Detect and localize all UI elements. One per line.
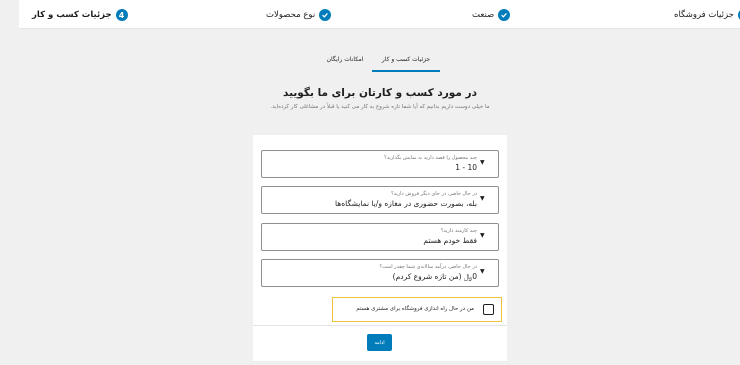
dropdown-arrow-icon: ▼ bbox=[480, 195, 485, 202]
step-number-badge: 4 bbox=[115, 9, 128, 21]
business-details-card: چند محصول را قصد دارید به نمایش بگذارید؟… bbox=[253, 135, 507, 361]
card-divider bbox=[253, 325, 507, 326]
client-store-checkbox[interactable] bbox=[483, 304, 494, 315]
field-value: 0﷼ (من تازه شروع کردم) bbox=[392, 272, 477, 281]
step-store-details[interactable]: جزئیات فروشگاه bbox=[674, 8, 740, 22]
field-value: 1 - 10 bbox=[455, 163, 477, 172]
field-label: در حال حاضر، درآمد سالانه‌ی شما چقدر است… bbox=[379, 264, 477, 270]
field-value: بله، بصورت حضوری در مغازه و/یا نمایشگاه‌… bbox=[334, 199, 477, 208]
annual-revenue-select[interactable]: در حال حاضر، درآمد سالانه‌ی شما چقدر است… bbox=[261, 259, 499, 287]
page-subtext: ما خیلی دوست داریم بدانیم که آیا شما تاز… bbox=[270, 104, 490, 110]
step-label: جزئیات کسب و کار bbox=[32, 10, 112, 20]
dropdown-arrow-icon: ▼ bbox=[480, 232, 485, 239]
step-label: صنعت bbox=[472, 10, 495, 20]
dropdown-arrow-icon: ▼ bbox=[480, 268, 485, 275]
checkbox-label: من در حال راه اندازی فروشگاه برای مشتری … bbox=[356, 306, 474, 312]
field-label: چند کارمند دارید؟ bbox=[440, 228, 477, 234]
tab-bar: امکانات رایگان جزئیات کسب و کار bbox=[318, 54, 440, 72]
step-business-details[interactable]: جزئیات کسب و کار 4 bbox=[32, 8, 128, 22]
step-product-types[interactable]: نوع محصولات bbox=[266, 8, 332, 22]
field-value: فقط خودم هستم bbox=[423, 236, 477, 245]
step-label: نوع محصولات bbox=[266, 10, 316, 20]
tab-business-details[interactable]: جزئیات کسب و کار bbox=[372, 54, 440, 72]
step-label: جزئیات فروشگاه bbox=[674, 10, 734, 20]
check-icon bbox=[498, 9, 511, 21]
tab-free-features[interactable]: امکانات رایگان bbox=[318, 54, 372, 72]
step-industry[interactable]: صنعت bbox=[472, 8, 511, 22]
selling-elsewhere-select[interactable]: در حال حاضر، در جای دیگر فروش دارید؟ بله… bbox=[261, 186, 499, 214]
client-store-option[interactable]: من در حال راه اندازی فروشگاه برای مشتری … bbox=[332, 297, 502, 322]
field-label: چند محصول را قصد دارید به نمایش بگذارید؟ bbox=[384, 155, 477, 161]
setup-stepper: جزئیات فروشگاه صنعت نوع محصولات جزئیات ک… bbox=[19, 0, 740, 29]
field-label: در حال حاضر، در جای دیگر فروش دارید؟ bbox=[391, 191, 477, 197]
check-icon bbox=[319, 9, 332, 21]
continue-button[interactable]: ادامه bbox=[367, 334, 392, 351]
dropdown-arrow-icon: ▼ bbox=[480, 159, 485, 166]
product-count-select[interactable]: چند محصول را قصد دارید به نمایش بگذارید؟… bbox=[261, 150, 499, 178]
employee-count-select[interactable]: چند کارمند دارید؟ فقط خودم هستم ▼ bbox=[261, 223, 499, 251]
page-heading: در مورد کسب و کارتان برای ما بگویید bbox=[283, 87, 477, 99]
